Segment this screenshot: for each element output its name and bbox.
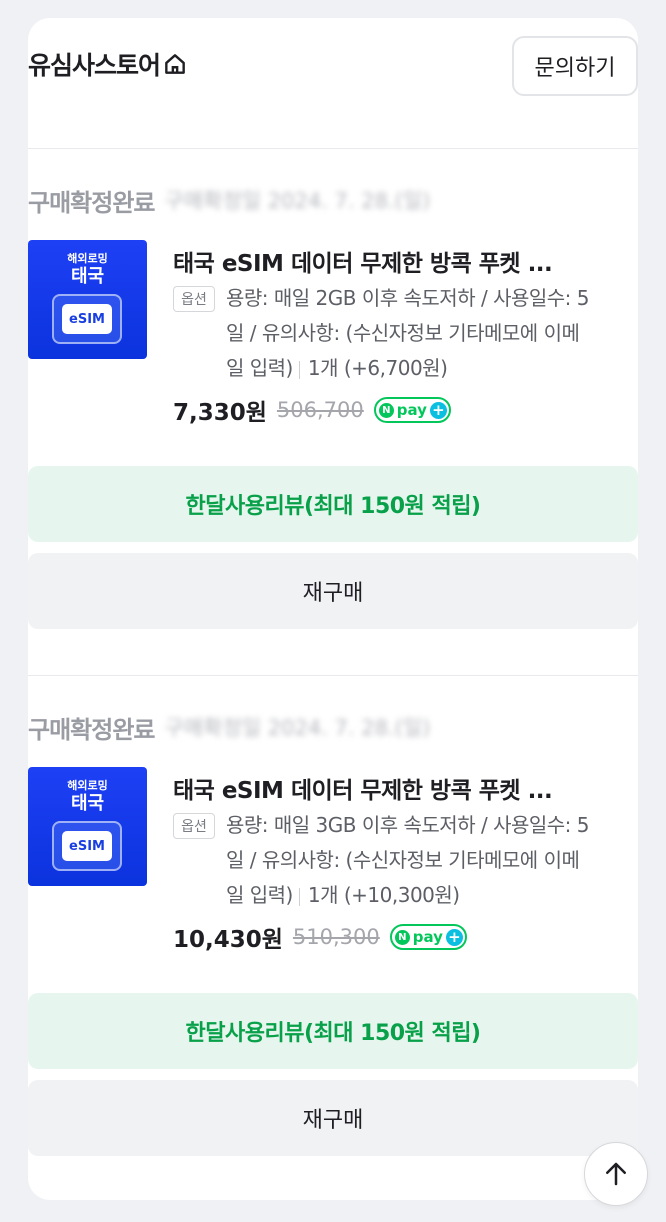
npay-text: pay <box>412 928 443 946</box>
plus-icon: + <box>429 401 447 419</box>
order-status-row: 구매확정완료 구매확정일 2024. 7. 28.(일) <box>28 182 430 218</box>
plus-icon: + <box>445 928 463 946</box>
arrow-up-icon <box>606 1162 626 1186</box>
price-row: 7,330원 506,700 N pay + <box>173 392 451 428</box>
quantity-price: 1개 (+10,300원) <box>307 883 460 907</box>
price: 10,430원 <box>173 927 283 953</box>
option-text: 용량: 매일 2GB 이후 속도저하 / 사용일수: 5일 / 유의사항: (수… <box>226 281 590 386</box>
original-price: 506,700 <box>276 398 364 422</box>
esim-label: eSIM <box>62 304 112 334</box>
original-price: 510,300 <box>292 925 380 949</box>
price-row: 10,430원 510,300 N pay + <box>173 919 467 955</box>
npay-n-icon: N <box>394 929 410 945</box>
npay-text: pay <box>396 401 427 419</box>
rebuy-button[interactable]: 재구매 <box>28 1080 638 1156</box>
review-button[interactable]: 한달사용리뷰(최대 150원 적립) <box>28 466 638 542</box>
order-status: 구매확정완료 <box>28 715 155 744</box>
review-button[interactable]: 한달사용리뷰(최대 150원 적립) <box>28 993 638 1069</box>
option-badge: 옵션 <box>173 813 215 839</box>
sim-card-icon: eSIM <box>52 821 122 871</box>
order-confirm-date: 구매확정일 2024. 7. 28.(일) <box>164 189 431 213</box>
thumb-country: 태국 <box>70 266 105 287</box>
quantity-price: 1개 (+6,700원) <box>307 356 448 380</box>
order-item: 구매확정완료 구매확정일 2024. 7. 28.(일) 해외로밍 태국 eSI… <box>28 709 638 1169</box>
product-thumbnail[interactable]: 해외로밍 태국 eSIM <box>28 240 147 359</box>
npay-badge: N pay + <box>389 924 467 950</box>
product-thumbnail[interactable]: 해외로밍 태국 eSIM <box>28 767 147 886</box>
npay-n-icon: N <box>378 402 394 418</box>
store-title[interactable]: 유심사스토어 <box>28 46 188 82</box>
scroll-to-top-button[interactable] <box>584 1142 648 1206</box>
order-confirm-date: 구매확정일 2024. 7. 28.(일) <box>164 716 431 740</box>
separator <box>298 360 300 379</box>
inquiry-button[interactable]: 문의하기 <box>512 36 638 96</box>
npay-badge: N pay + <box>373 397 451 423</box>
store-header: 유심사스토어 문의하기 <box>28 36 638 96</box>
option-badge: 옵션 <box>173 286 215 312</box>
order-status-row: 구매확정완료 구매확정일 2024. 7. 28.(일) <box>28 709 430 745</box>
product-title[interactable]: 태국 eSIM 데이터 무제한 방콕 푸켓 ... <box>173 244 593 278</box>
divider <box>28 148 638 149</box>
thumb-country: 태국 <box>70 793 105 814</box>
rebuy-button[interactable]: 재구매 <box>28 553 638 629</box>
store-name[interactable]: 유심사스토어 <box>28 46 161 82</box>
home-icon <box>165 54 185 74</box>
product-title[interactable]: 태국 eSIM 데이터 무제한 방콕 푸켓 ... <box>173 771 593 805</box>
option-text: 용량: 매일 3GB 이후 속도저하 / 사용일수: 5일 / 유의사항: (수… <box>226 808 590 913</box>
order-status: 구매확정완료 <box>28 188 155 217</box>
sim-card-icon: eSIM <box>52 294 122 344</box>
order-item: 구매확정완료 구매확정일 2024. 7. 28.(일) 해외로밍 태국 eSI… <box>28 182 638 642</box>
divider <box>28 675 638 676</box>
price: 7,330원 <box>173 400 267 426</box>
esim-label: eSIM <box>62 831 112 861</box>
separator <box>298 887 300 906</box>
